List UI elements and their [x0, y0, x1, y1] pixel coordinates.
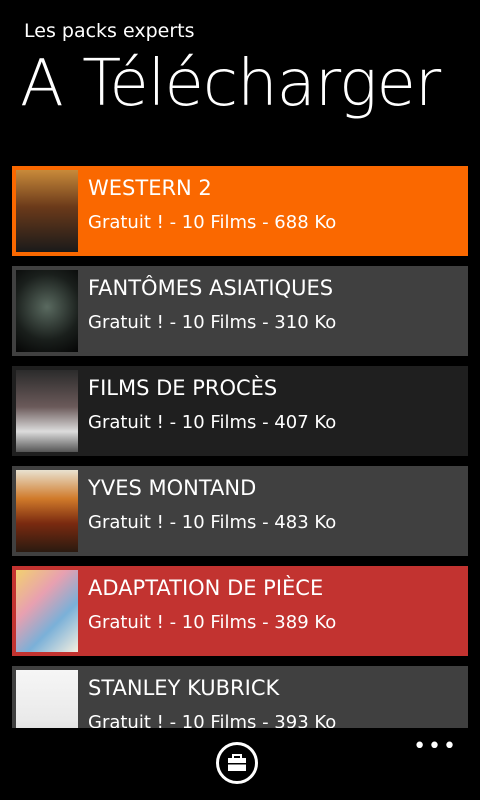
poster-thumbnail — [16, 170, 78, 252]
poster-thumbnail — [16, 670, 78, 728]
item-meta: Gratuit ! - 10 Films - 389 Ko — [88, 612, 337, 633]
poster-thumbnail — [16, 270, 78, 352]
item-meta: Gratuit ! - 10 Films - 310 Ko — [88, 312, 337, 333]
list-item-adaptation-de-piece[interactable]: ADAPTATION DE PIÈCE Gratuit ! - 10 Films… — [12, 566, 468, 656]
item-meta: Gratuit ! - 10 Films - 393 Ko — [88, 712, 337, 728]
app-bar: ••• — [0, 728, 480, 800]
poster-thumbnail — [16, 570, 78, 652]
item-name: YVES MONTAND — [88, 476, 257, 500]
page-subtitle: Les packs experts — [24, 20, 195, 42]
list-item-films-de-proces[interactable]: FILMS DE PROCÈS Gratuit ! - 10 Films - 4… — [12, 366, 468, 456]
item-name: ADAPTATION DE PIÈCE — [88, 576, 324, 600]
briefcase-button[interactable] — [216, 742, 258, 784]
list-item-yves-montand[interactable]: YVES MONTAND Gratuit ! - 10 Films - 483 … — [12, 466, 468, 556]
item-name: STANLEY KUBRICK — [88, 676, 280, 700]
item-meta: Gratuit ! - 10 Films - 688 Ko — [88, 212, 337, 233]
item-name: WESTERN 2 — [88, 176, 212, 200]
poster-thumbnail — [16, 370, 78, 452]
page-title: A Télécharger — [20, 47, 441, 121]
item-name: FILMS DE PROCÈS — [88, 376, 278, 400]
briefcase-icon — [228, 754, 246, 771]
more-options-button[interactable]: ••• — [413, 734, 458, 759]
item-meta: Gratuit ! - 10 Films - 407 Ko — [88, 412, 337, 433]
list-item-stanley-kubrick[interactable]: STANLEY KUBRICK Gratuit ! - 10 Films - 3… — [12, 666, 468, 728]
item-name: FANTÔMES ASIATIQUES — [88, 276, 334, 300]
item-meta: Gratuit ! - 10 Films - 483 Ko — [88, 512, 337, 533]
pack-list: WESTERN 2 Gratuit ! - 10 Films - 688 Ko … — [12, 166, 468, 728]
poster-thumbnail — [16, 470, 78, 552]
list-item-fantomes-asiatiques[interactable]: FANTÔMES ASIATIQUES Gratuit ! - 10 Films… — [12, 266, 468, 356]
list-item-western-2[interactable]: WESTERN 2 Gratuit ! - 10 Films - 688 Ko — [12, 166, 468, 256]
